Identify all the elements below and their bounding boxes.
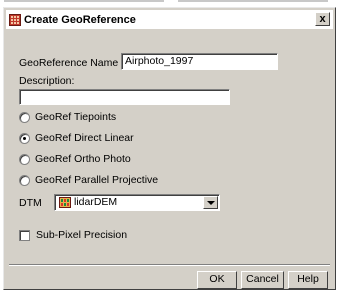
option-label: GeoRef Tiepoints [35, 111, 117, 123]
create-georeference-dialog: Create GeoReference x GeoReference Name … [3, 7, 336, 290]
radio-button-selected[interactable] [19, 132, 30, 144]
dtm-selected-value: lidarDEM [74, 196, 118, 208]
option-georef-tiepoints[interactable]: GeoRef Tiepoints [19, 111, 116, 123]
option-label: GeoRef Parallel Projective [35, 174, 159, 186]
close-button[interactable]: x [315, 12, 330, 26]
raster-grid-icon [59, 197, 71, 208]
dtm-label: DTM [19, 197, 42, 209]
background-line [178, 0, 328, 2]
background-line [4, 0, 164, 2]
georef-name-input[interactable]: Airphoto_1997 [121, 53, 278, 70]
dialog-title: Create GeoReference [24, 13, 136, 26]
subpixel-precision-checkbox[interactable] [19, 230, 30, 241]
help-button[interactable]: Help [288, 271, 328, 289]
description-input[interactable] [19, 89, 230, 105]
chevron-down-icon[interactable] [203, 196, 218, 209]
option-georef-parallel-projective[interactable]: GeoRef Parallel Projective [19, 174, 158, 186]
dtm-select[interactable]: lidarDEM [54, 194, 220, 211]
georef-name-label: GeoReference Name [19, 57, 119, 69]
background-strip [0, 0, 340, 6]
divider [9, 264, 330, 266]
option-georef-direct-linear[interactable]: GeoRef Direct Linear [19, 132, 134, 144]
radio-button[interactable] [19, 111, 30, 123]
option-georef-ortho-photo[interactable]: GeoRef Ortho Photo [19, 153, 131, 165]
radio-button[interactable] [19, 174, 30, 186]
cancel-button[interactable]: Cancel [241, 271, 284, 289]
ok-button[interactable]: OK [197, 271, 237, 289]
description-label: Description: [19, 75, 75, 87]
radio-button[interactable] [19, 153, 30, 165]
subpixel-precision-label: Sub-Pixel Precision [36, 229, 128, 241]
option-label: GeoRef Ortho Photo [35, 153, 131, 165]
georeference-app-icon [9, 13, 21, 26]
title-bar[interactable]: Create GeoReference x [6, 10, 333, 29]
option-label: GeoRef Direct Linear [35, 132, 134, 144]
